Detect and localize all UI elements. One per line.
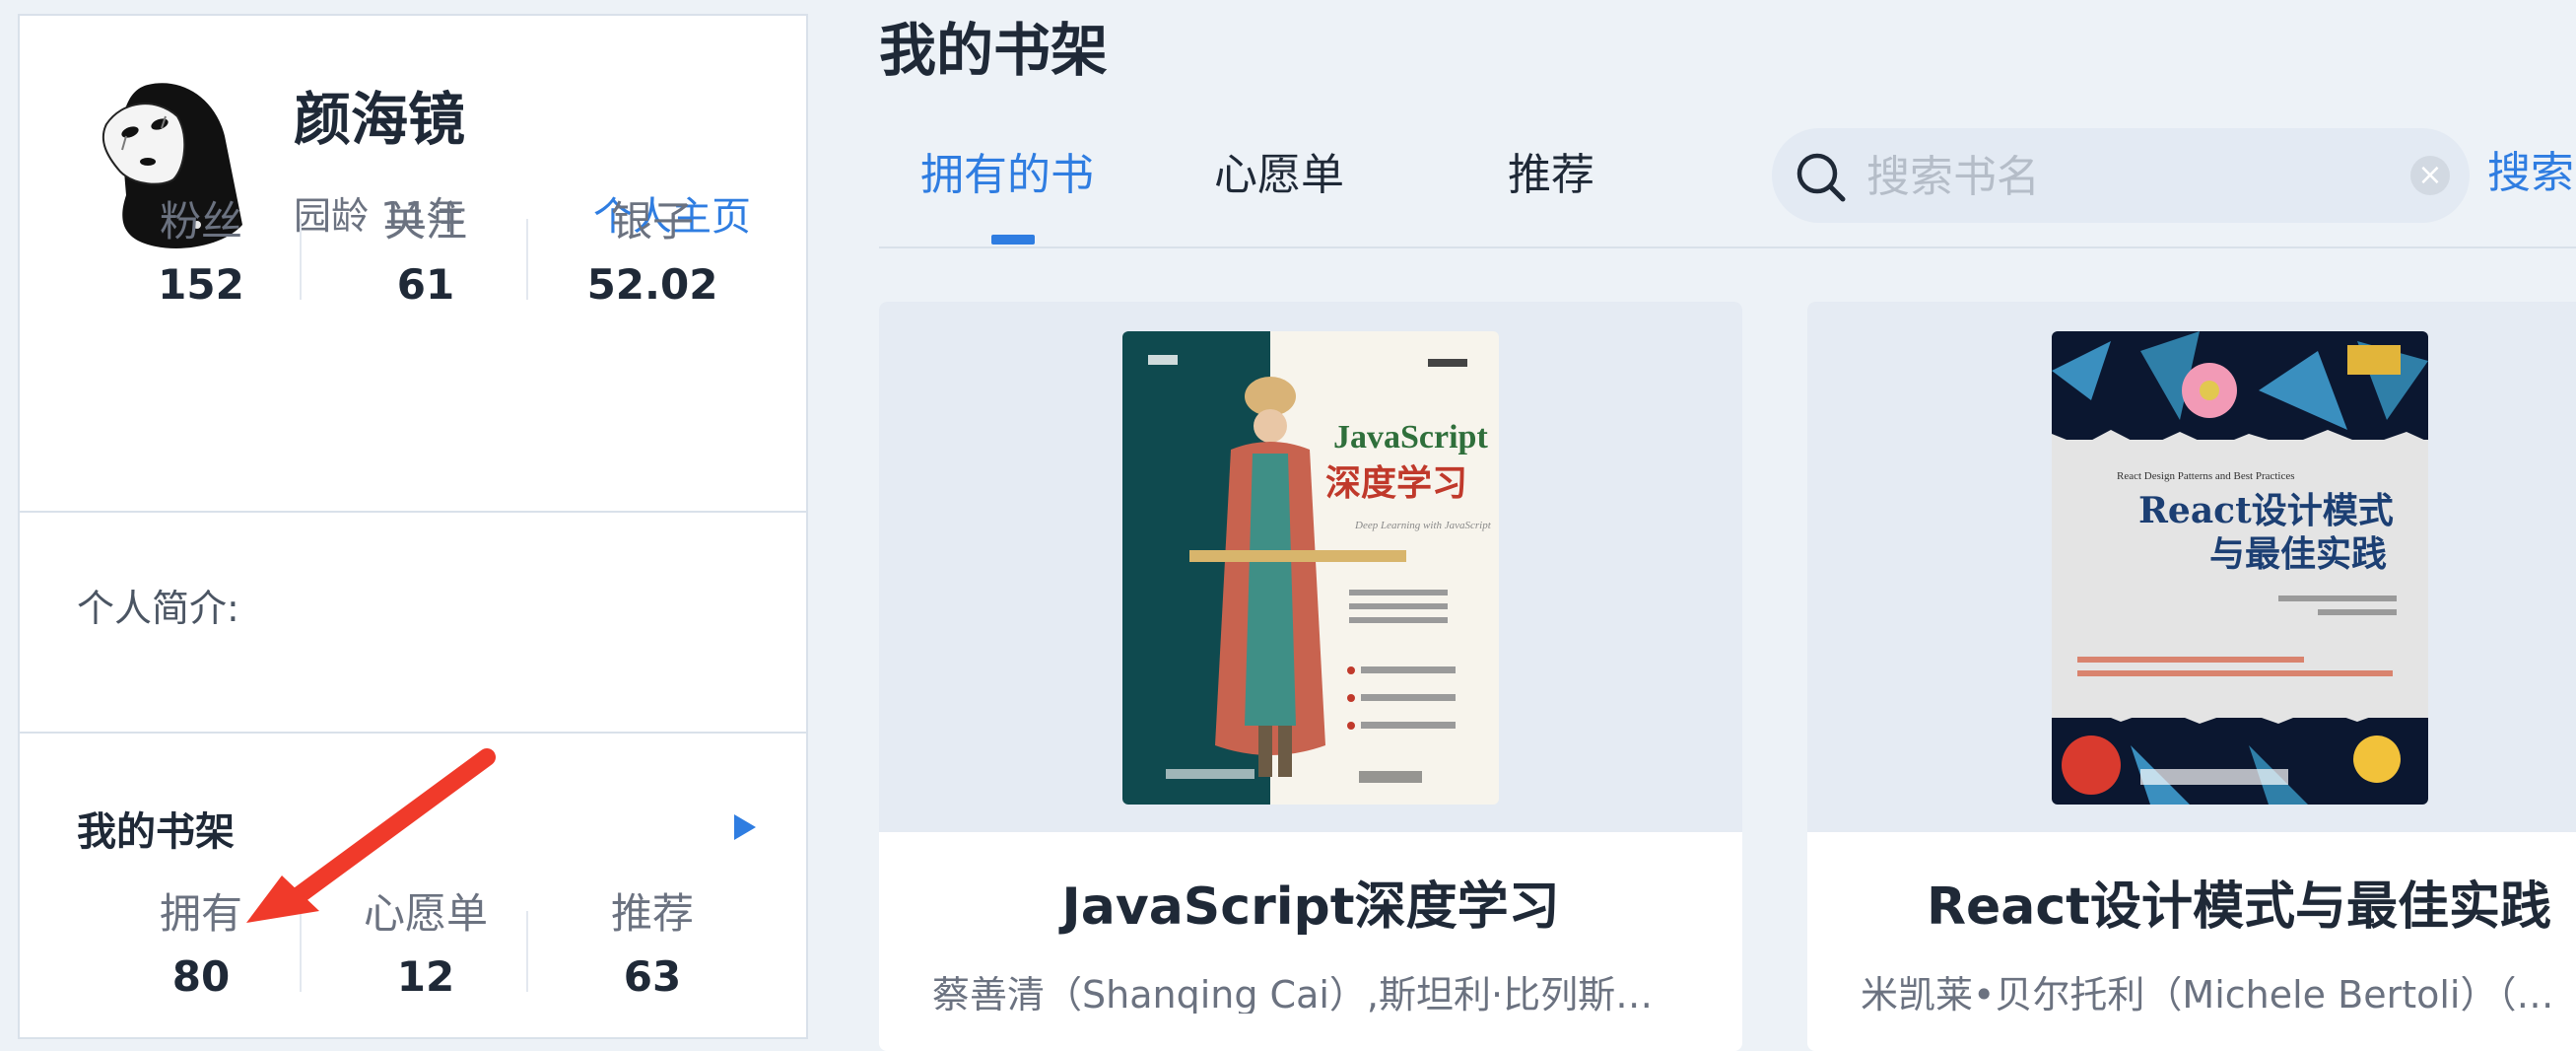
annotation-arrow [246, 748, 496, 923]
